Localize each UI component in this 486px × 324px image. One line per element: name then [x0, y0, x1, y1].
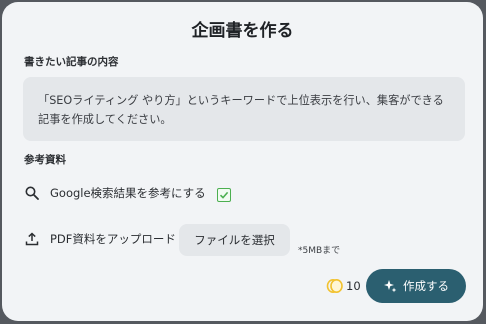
create-proposal-dialog: 企画書を作る 書きたい記事の内容 「SEOライティング やり方」というキーワード…: [2, 2, 483, 321]
file-select-button[interactable]: ファイルを選択: [179, 224, 290, 256]
pdf-upload-row: PDF資料をアップロード: [24, 231, 176, 247]
dialog-title: 企画書を作る: [191, 21, 294, 41]
credits-indicator: 10: [326, 278, 361, 294]
pdf-upload-label: PDF資料をアップロード: [50, 232, 176, 246]
article-content-label: 書きたい記事の内容: [24, 56, 119, 68]
file-size-note: *5MBまで: [298, 246, 341, 256]
google-reference-checkbox[interactable]: [217, 188, 231, 202]
upload-icon: [24, 231, 40, 247]
create-button[interactable]: 作成する: [366, 269, 466, 303]
search-icon: [24, 185, 40, 201]
reference-materials-label: 参考資料: [24, 154, 66, 166]
coin-icon: [326, 279, 343, 293]
create-button-label: 作成する: [403, 279, 449, 293]
google-reference-option[interactable]: Google検索結果を参考にする: [24, 185, 206, 201]
sparkle-icon: [384, 280, 397, 293]
checkbox-checked-icon: [219, 191, 229, 199]
credits-count: 10: [346, 279, 361, 293]
google-reference-label: Google検索結果を参考にする: [50, 186, 206, 200]
article-content-textarea[interactable]: 「SEOライティング やり方」というキーワードで上位表示を行い、集客ができる記事…: [23, 77, 465, 141]
